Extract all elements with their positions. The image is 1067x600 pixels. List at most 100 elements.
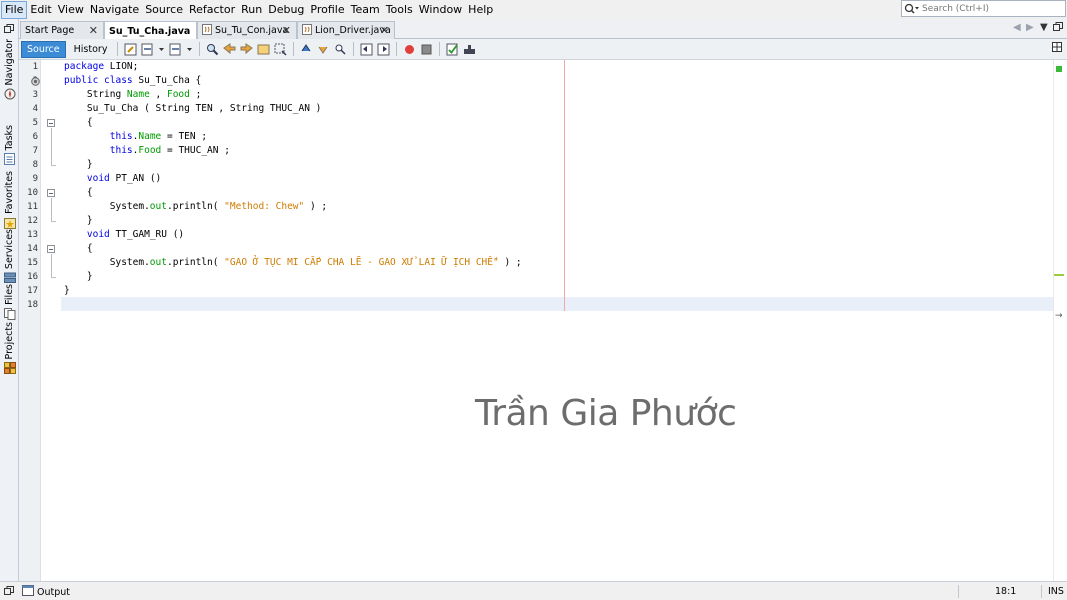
restore-window-icon[interactable] <box>4 23 14 36</box>
previous-bookmark-icon[interactable] <box>300 43 313 56</box>
line-number[interactable]: 13 <box>19 228 38 242</box>
sidebar-item-services[interactable]: Services <box>0 229 19 287</box>
find-previous-icon[interactable] <box>223 42 236 56</box>
sidebar-item-favorites[interactable]: Favorites <box>0 171 19 232</box>
menu-edit[interactable]: Edit <box>27 0 54 19</box>
menu-profile[interactable]: Profile <box>307 0 347 19</box>
sidebar-item-files[interactable]: Files <box>0 284 19 323</box>
tab-su-tu-cha[interactable]: Su_Tu_Cha.java <box>104 21 197 40</box>
back-icon[interactable] <box>141 43 154 56</box>
line-number[interactable]: 6 <box>19 130 38 144</box>
menu-view[interactable]: View <box>55 0 87 19</box>
code-line[interactable]: this.Name = TEN ; <box>64 130 207 144</box>
code-line[interactable]: void PT_AN () <box>64 172 161 186</box>
menu-debug[interactable]: Debug <box>265 0 307 19</box>
search-box[interactable] <box>901 0 1066 17</box>
fold-toggle[interactable] <box>47 245 55 253</box>
fold-toggle[interactable] <box>47 119 55 127</box>
sidebar-item-navigator[interactable]: Navigator <box>0 39 19 103</box>
code-line[interactable]: this.Food = THUC_AN ; <box>64 144 230 158</box>
tab-su-tu-con[interactable]: Su_Tu_Con.java ✕ <box>197 21 297 39</box>
code-line[interactable]: Su_Tu_Cha ( String TEN , String THUC_AN … <box>64 102 322 116</box>
code-line[interactable]: package LION; <box>64 60 138 74</box>
tab-start-page[interactable]: Start Page ✕ <box>20 21 104 39</box>
code-line[interactable]: { <box>64 116 93 130</box>
last-edit-icon[interactable] <box>124 43 137 56</box>
line-number[interactable]: 18 <box>19 298 38 312</box>
line-number[interactable]: 3 <box>19 88 38 102</box>
search-input[interactable] <box>922 3 1062 14</box>
line-number[interactable]: 9 <box>19 172 38 186</box>
find-next-icon[interactable] <box>240 42 254 56</box>
stop-macro-recording-icon[interactable] <box>420 43 433 56</box>
start-macro-recording-icon[interactable] <box>403 43 416 56</box>
menu-window[interactable]: Window <box>416 0 465 19</box>
split-window-icon[interactable] <box>1052 42 1062 55</box>
line-number[interactable]: 4 <box>19 102 38 116</box>
menu-run[interactable]: Run <box>238 0 265 19</box>
code-line[interactable]: void TT_GAM_RU () <box>64 228 184 242</box>
line-number[interactable]: 17 <box>19 284 38 298</box>
restore-window-icon[interactable] <box>1053 22 1063 34</box>
scroll-tabs-right-icon[interactable]: ▶ <box>1026 22 1034 33</box>
error-stripe[interactable]: → <box>1053 60 1067 581</box>
toggle-bookmark-icon[interactable] <box>334 43 347 56</box>
code-line[interactable]: { <box>64 186 93 200</box>
menu-tools[interactable]: Tools <box>383 0 416 19</box>
line-number[interactable]: 16 <box>19 270 38 284</box>
code-line[interactable]: String Name , Food ; <box>64 88 201 102</box>
fold-toggle[interactable] <box>47 189 55 197</box>
code-line[interactable]: System.out.println( "GAO Ở TỤC MI CẮP CH… <box>64 256 522 270</box>
caret-position-marker[interactable]: → <box>1055 312 1063 321</box>
output-window-button[interactable]: Output <box>22 585 70 599</box>
line-number[interactable]: 8 <box>19 158 38 172</box>
line-number[interactable]: 14 <box>19 242 38 256</box>
close-icon[interactable]: ✕ <box>380 24 389 37</box>
shift-left-icon[interactable] <box>360 43 373 56</box>
code-line[interactable]: } <box>64 214 93 228</box>
menu-team[interactable]: Team <box>348 0 383 19</box>
toggle-highlight-icon[interactable] <box>257 43 270 56</box>
line-number[interactable]: 12 <box>19 214 38 228</box>
find-icon[interactable] <box>206 43 219 56</box>
code-line[interactable]: public class Su_Tu_Cha { <box>64 74 201 88</box>
forward-icon[interactable] <box>169 43 182 56</box>
check-file-icon[interactable] <box>446 43 459 56</box>
code-line[interactable]: System.out.println( "Method: Chew" ) ; <box>64 200 327 214</box>
code-line[interactable]: } <box>64 284 70 298</box>
chevron-down-icon[interactable] <box>158 43 165 56</box>
restore-window-icon[interactable] <box>4 586 14 598</box>
menu-refactor[interactable]: Refactor <box>186 0 238 19</box>
shift-right-icon[interactable] <box>377 43 390 56</box>
warning-marker[interactable] <box>1054 274 1064 276</box>
line-number[interactable]: 7 <box>19 144 38 158</box>
code-line[interactable]: { <box>64 242 93 256</box>
menu-help[interactable]: Help <box>465 0 496 19</box>
subclass-marker-icon[interactable] <box>31 76 40 89</box>
code-line[interactable]: } <box>64 158 93 172</box>
line-number[interactable]: 11 <box>19 200 38 214</box>
code-line[interactable]: } <box>64 270 93 284</box>
chevron-down-icon[interactable] <box>186 43 193 56</box>
line-number[interactable]: 1 <box>19 60 38 74</box>
history-view-button[interactable]: History <box>68 41 114 58</box>
close-icon[interactable]: ✕ <box>89 24 98 37</box>
sidebar-item-tasks[interactable]: Tasks <box>0 125 19 168</box>
menu-source[interactable]: Source <box>142 0 186 19</box>
menu-navigate[interactable]: Navigate <box>87 0 142 19</box>
diff-icon[interactable] <box>463 43 476 56</box>
source-view-button[interactable]: Source <box>21 40 66 58</box>
line-number[interactable]: 15 <box>19 256 38 270</box>
status-ok-marker[interactable] <box>1056 66 1062 72</box>
next-bookmark-icon[interactable] <box>317 43 330 56</box>
tab-lion-driver[interactable]: Lion_Driver.java ✕ <box>297 21 395 39</box>
insert-mode[interactable]: INS <box>1048 586 1064 597</box>
close-icon[interactable]: ✕ <box>282 24 291 37</box>
toggle-rectangular-selection-icon[interactable] <box>274 43 287 56</box>
search-icon[interactable] <box>902 1 922 16</box>
menu-file[interactable]: File <box>1 0 28 19</box>
sidebar-item-projects[interactable]: Projects <box>0 322 19 377</box>
tab-list-dropdown-icon[interactable]: ▼ <box>1040 22 1048 33</box>
code-editor[interactable] <box>61 60 1053 581</box>
scroll-tabs-left-icon[interactable]: ◀ <box>1013 22 1021 33</box>
